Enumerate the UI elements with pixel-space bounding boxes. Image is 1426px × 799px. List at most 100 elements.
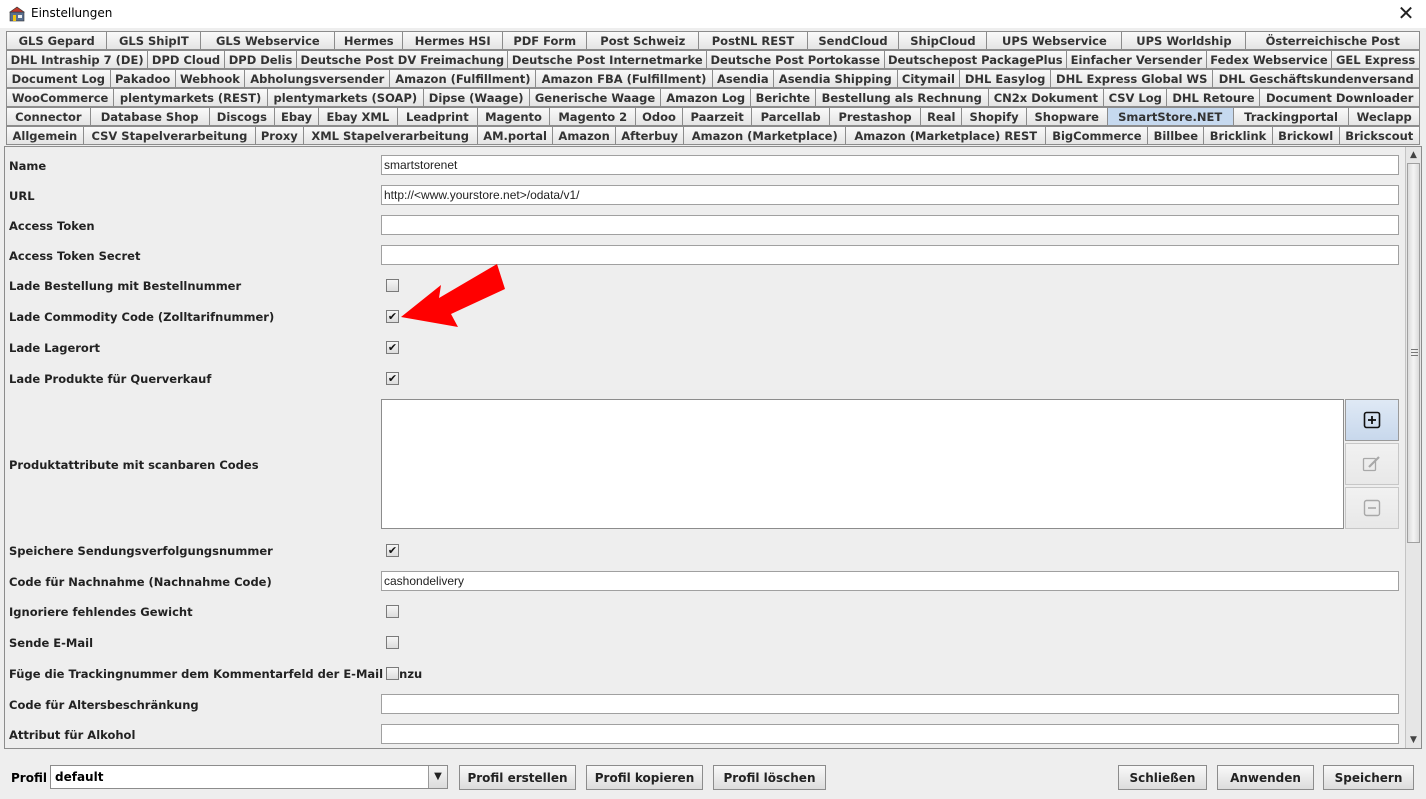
nachnahme-field[interactable]: cashondelivery xyxy=(381,571,1399,591)
tab-csv-stapelverarbeitung[interactable]: CSV Stapelverarbeitung xyxy=(82,126,256,145)
tab-shipcloud[interactable]: ShipCloud xyxy=(898,31,987,50)
tab-cn2x-dokument[interactable]: CN2x Dokument xyxy=(987,88,1103,107)
tab-shopify[interactable]: Shopify xyxy=(961,107,1026,126)
delete-profile-button[interactable]: Profil löschen xyxy=(713,765,826,790)
tab-abholungsversender[interactable]: Abholungsversender xyxy=(244,69,390,88)
tab-connector[interactable]: Connector xyxy=(6,107,90,126)
copy-profile-button[interactable]: Profil kopieren xyxy=(586,765,703,790)
lade-commodity-checkbox[interactable]: ✔ xyxy=(386,310,399,323)
tab-dhl-geschäftskundenversand[interactable]: DHL Geschäftskundenversand xyxy=(1212,69,1420,88)
lade-lagerort-checkbox[interactable]: ✔ xyxy=(386,341,399,354)
save-button[interactable]: Speichern xyxy=(1323,765,1414,790)
tab-bigcommerce[interactable]: BigCommerce xyxy=(1045,126,1148,145)
tab-dhl-express-global-ws[interactable]: DHL Express Global WS xyxy=(1049,69,1213,88)
tab-database-shop[interactable]: Database Shop xyxy=(89,107,209,126)
tab-amazon-fba-fulfillment[interactable]: Amazon FBA (Fulfillment) xyxy=(535,69,712,88)
apply-button[interactable]: Anwenden xyxy=(1217,765,1314,790)
tab-am-portal[interactable]: AM.portal xyxy=(476,126,553,145)
tab-odoo[interactable]: Odoo xyxy=(635,107,682,126)
tab-document-log[interactable]: Document Log xyxy=(6,69,110,88)
access-token-field[interactable] xyxy=(381,215,1399,235)
name-field[interactable]: smartstorenet xyxy=(381,155,1399,175)
tab-generische-waage[interactable]: Generische Waage xyxy=(528,88,661,107)
tab-brickscout[interactable]: Brickscout xyxy=(1338,126,1420,145)
tab-deutsche-post-portokasse[interactable]: Deutsche Post Portokasse xyxy=(706,50,884,69)
tab-asendia-shipping[interactable]: Asendia Shipping xyxy=(773,69,897,88)
tab-magento[interactable]: Magento xyxy=(476,107,550,126)
tab-amazon-marketplace[interactable]: Amazon (Marketplace) xyxy=(683,126,846,145)
lade-bestellung-checkbox[interactable] xyxy=(386,279,399,292)
tab-bestellung-als-rechnung[interactable]: Bestellung als Rechnung xyxy=(814,88,988,107)
tab-leadprint[interactable]: Leadprint xyxy=(396,107,477,126)
tab-ebay-xml[interactable]: Ebay XML xyxy=(317,107,397,126)
edit-attribute-button[interactable] xyxy=(1345,443,1399,485)
tab-amazon[interactable]: Amazon xyxy=(552,126,615,145)
tab-parcellab[interactable]: Parcellab xyxy=(751,107,829,126)
tab-amazon-log[interactable]: Amazon Log xyxy=(660,88,750,107)
tab-deutschepost-packageplus[interactable]: Deutschepost PackagePlus xyxy=(883,50,1067,69)
tab-fedex-webservice[interactable]: Fedex Webservice xyxy=(1205,50,1332,69)
close-icon[interactable]: ✕ xyxy=(1394,2,1418,26)
tab-deutsche-post-internetmarke[interactable]: Deutsche Post Internetmarke xyxy=(507,50,706,69)
tab-proxy[interactable]: Proxy xyxy=(255,126,303,145)
tab-paarzeit[interactable]: Paarzeit xyxy=(681,107,752,126)
tab-webhook[interactable]: Webhook xyxy=(174,69,245,88)
tab-real[interactable]: Real xyxy=(920,107,962,126)
url-field[interactable]: http://<www.yourstore.net>/odata/v1/ xyxy=(381,185,1399,205)
remove-attribute-button[interactable] xyxy=(1345,487,1399,529)
tab-sendcloud[interactable]: SendCloud xyxy=(806,31,899,50)
tab-post-schweiz[interactable]: Post Schweiz xyxy=(586,31,699,50)
tab-pdf-form[interactable]: PDF Form xyxy=(502,31,587,50)
tab-gel-express[interactable]: GEL Express xyxy=(1331,50,1420,69)
chevron-down-icon[interactable]: ▼ xyxy=(428,766,447,788)
tab-bricklink[interactable]: Bricklink xyxy=(1203,126,1272,145)
tab-ups-worldship[interactable]: UPS Worldship xyxy=(1121,31,1246,50)
tab-einfacher-versender[interactable]: Einfacher Versender xyxy=(1066,50,1206,69)
tab-österreichische-post[interactable]: Österreichische Post xyxy=(1245,31,1421,50)
tab-shopware[interactable]: Shopware xyxy=(1025,107,1107,126)
tab-dhl-easylog[interactable]: DHL Easylog xyxy=(959,69,1050,88)
speichere-checkbox[interactable]: ✔ xyxy=(386,544,399,557)
tab-weclapp[interactable]: Weclapp xyxy=(1348,107,1420,126)
tab-citymail[interactable]: Citymail xyxy=(896,69,960,88)
produktattribute-list[interactable] xyxy=(381,399,1344,529)
tab-gls-shipit[interactable]: GLS ShipIT xyxy=(106,31,201,50)
tab-ups-webservice[interactable]: UPS Webservice xyxy=(986,31,1122,50)
tab-smartstore-net[interactable]: SmartStore.NET xyxy=(1106,107,1233,126)
scrollbar-thumb[interactable] xyxy=(1407,163,1420,543)
create-profile-button[interactable]: Profil erstellen xyxy=(459,765,576,790)
tab-billbee[interactable]: Billbee xyxy=(1147,126,1204,145)
tab-ebay[interactable]: Ebay xyxy=(274,107,318,126)
tab-woocommerce[interactable]: WooCommerce xyxy=(6,88,114,107)
tab-afterbuy[interactable]: Afterbuy xyxy=(614,126,684,145)
tab-dpd-cloud[interactable]: DPD Cloud xyxy=(147,50,224,69)
close-button[interactable]: Schließen xyxy=(1118,765,1207,790)
tab-pakadoo[interactable]: Pakadoo xyxy=(109,69,175,88)
tab-csv-log[interactable]: CSV Log xyxy=(1103,88,1167,107)
sende-email-checkbox[interactable] xyxy=(386,636,399,649)
tab-amazon-marketplace-rest[interactable]: Amazon (Marketplace) REST xyxy=(845,126,1046,145)
profile-select[interactable]: default ▼ xyxy=(50,765,448,789)
alters-field[interactable] xyxy=(381,694,1399,714)
tab-hermes[interactable]: Hermes xyxy=(334,31,403,50)
tab-gls-gepard[interactable]: GLS Gepard xyxy=(6,31,107,50)
tab-allgemein[interactable]: Allgemein xyxy=(6,126,83,145)
tab-brickowl[interactable]: Brickowl xyxy=(1271,126,1339,145)
tab-discogs[interactable]: Discogs xyxy=(208,107,275,126)
tab-postnl-rest[interactable]: PostNL REST xyxy=(698,31,807,50)
scroll-up-icon[interactable]: ▲ xyxy=(1406,148,1421,162)
tab-prestashop[interactable]: Prestashop xyxy=(828,107,921,126)
tab-dhl-retoure[interactable]: DHL Retoure xyxy=(1166,88,1260,107)
tab-dipse-waage[interactable]: Dipse (Waage) xyxy=(422,88,529,107)
vertical-scrollbar[interactable]: ▲ ▼ xyxy=(1405,147,1421,748)
tab-amazon-fulfillment[interactable]: Amazon (Fulfillment) xyxy=(389,69,536,88)
lade-produkte-checkbox[interactable]: ✔ xyxy=(386,372,399,385)
alkohol-field[interactable] xyxy=(381,724,1399,744)
tab-dpd-delis[interactable]: DPD Delis xyxy=(223,50,297,69)
tab-asendia[interactable]: Asendia xyxy=(711,69,773,88)
add-attribute-button[interactable] xyxy=(1345,399,1399,441)
tab-document-downloader[interactable]: Document Downloader xyxy=(1259,88,1420,107)
tab-xml-stapelverarbeitung[interactable]: XML Stapelverarbeitung xyxy=(302,126,477,145)
tab-deutsche-post-dv-freimachung[interactable]: Deutsche Post DV Freimachung xyxy=(296,50,508,69)
tab-berichte[interactable]: Berichte xyxy=(749,88,815,107)
